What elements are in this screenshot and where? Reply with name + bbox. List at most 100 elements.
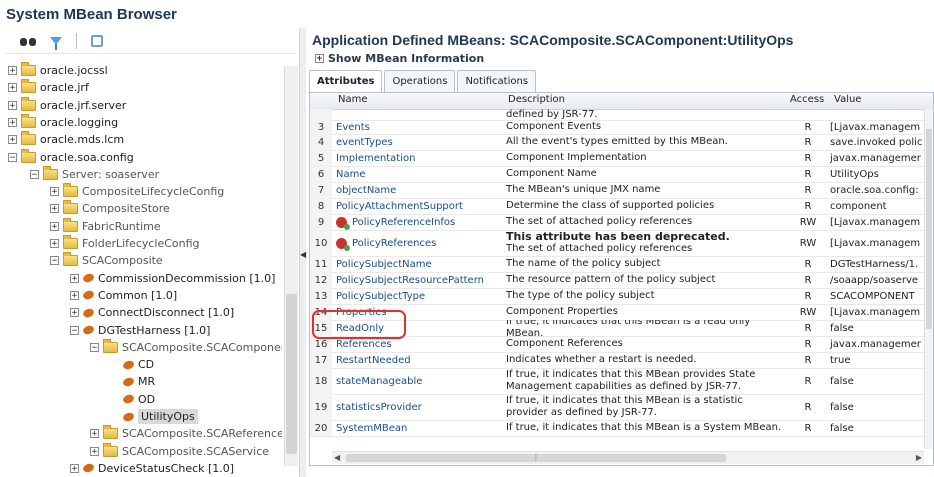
collapse-arrow-icon[interactable]: ◀ — [300, 250, 306, 259]
attribute-name[interactable]: PolicySubjectResourcePattern — [336, 275, 484, 286]
row-value[interactable]: SCACOMPONENT — [830, 288, 924, 304]
table-row[interactable]: 16 References Component References Rjavax.m… — [310, 336, 925, 353]
attribute-name[interactable]: PolicyReferenceInfos — [352, 217, 455, 228]
table-row[interactable]: 8 PolicyAttachmentSupport Determine the cl… — [310, 198, 925, 215]
tree-item[interactable]: − Server: soaserver — [30, 165, 159, 183]
tree-item[interactable]: + oracle.mds.lcm — [8, 131, 124, 148]
table-row[interactable]: 4 eventTypes All the event's types emitted… — [310, 134, 925, 151]
attribute-name[interactable]: eventTypes — [336, 137, 393, 148]
filter-icon[interactable] — [50, 36, 62, 50]
tree-item[interactable]: + oracle.jocssl — [8, 62, 108, 79]
row-value[interactable]: false — [830, 394, 924, 420]
row-value[interactable]: javax.managemer — [830, 336, 924, 352]
scroll-left-icon[interactable]: ◀ — [334, 453, 340, 462]
attribute-name[interactable]: Events — [336, 122, 370, 133]
expand-icon[interactable]: + — [70, 290, 79, 300]
table-row[interactable]: 7 objectName The MBean's unique JMX name Ro… — [310, 182, 925, 199]
attribute-name-link[interactable]: SystemMBean — [336, 420, 504, 436]
tree-item[interactable]: + CompositeLifecycleConfig — [50, 183, 224, 200]
tree-item[interactable]: MR — [110, 373, 155, 390]
collapse-icon[interactable]: − — [8, 152, 17, 162]
attribute-name[interactable]: References — [336, 339, 392, 350]
collapse-icon[interactable]: − — [30, 169, 39, 179]
table-row[interactable]: 10 PolicyReferences This attribute has bee… — [310, 230, 925, 257]
binoculars-icon[interactable] — [20, 35, 36, 47]
row-value[interactable]: false — [830, 420, 924, 436]
row-value[interactable]: component — [830, 198, 924, 214]
attribute-name-link[interactable]: PolicyAttachmentSupport — [336, 198, 504, 214]
expand-icon[interactable]: + — [8, 66, 17, 76]
tree-item[interactable]: + FolderLifecycleConfig — [50, 235, 200, 252]
refresh-icon[interactable] — [91, 34, 103, 47]
attribute-name-link[interactable]: stateManageable — [336, 368, 504, 394]
tab-attributes[interactable]: Attributes — [309, 70, 383, 93]
tree-item[interactable]: − oracle.soa.config — [8, 148, 134, 166]
table-row[interactable]: 5 Implementation Component Implementation R… — [310, 150, 925, 167]
row-value[interactable]: DGTestHarness/1. — [830, 256, 924, 272]
tree-item[interactable]: + SCAComposite.SCAService — [90, 442, 269, 460]
attribute-name[interactable]: objectName — [336, 185, 396, 196]
tree-item[interactable]: OD — [110, 391, 155, 408]
tree-scrollbar-thumb[interactable] — [286, 294, 297, 454]
tab-notifications[interactable]: Notifications — [457, 70, 537, 93]
tree-item[interactable]: − SCAComposite.SCAComponent — [90, 338, 282, 356]
row-value[interactable]: /soaapp/soaserve — [830, 272, 924, 288]
column-header-access[interactable]: Access — [790, 94, 824, 105]
row-value[interactable]: javax.managemer — [830, 150, 924, 166]
attribute-name-link[interactable]: PolicySubjectResourcePattern — [336, 272, 504, 288]
expand-icon[interactable]: + — [90, 446, 99, 456]
attribute-name[interactable]: PolicyReferences — [352, 238, 436, 249]
attribute-name[interactable]: statisticsProvider — [336, 402, 422, 413]
attribute-name[interactable]: RestartNeeded — [336, 355, 411, 366]
expand-icon[interactable]: + — [8, 100, 17, 110]
attribute-name-link[interactable]: PolicyReferences — [336, 230, 504, 256]
tree-item[interactable]: − DGTestHarness [1.0] — [70, 322, 210, 339]
expand-icon[interactable]: + — [8, 83, 17, 93]
expand-icon[interactable]: + — [50, 204, 59, 214]
tab-operations[interactable]: Operations — [384, 70, 456, 93]
tree-item[interactable]: + SCAComposite.SCAReference — [90, 425, 282, 442]
row-value[interactable]: UtilityOps — [830, 166, 924, 182]
expand-icon[interactable]: + — [8, 117, 17, 127]
table-horizontal-scrollbar[interactable]: ◀ ⋮ ▶ — [332, 451, 924, 464]
tree-item[interactable]: + CommissionDecommission [1.0] — [70, 270, 275, 287]
column-header-description[interactable]: Description — [508, 94, 565, 105]
tree-item[interactable]: − SCAComposite — [50, 252, 163, 269]
table-row[interactable]: 17 RestartNeeded Indicates whether a resta… — [310, 352, 925, 369]
attribute-name[interactable]: PolicyAttachmentSupport — [336, 201, 463, 212]
attribute-name-link[interactable]: Name — [336, 166, 504, 182]
show-mbean-info-toggle[interactable]: + Show MBean Information — [315, 52, 484, 65]
attribute-name-link[interactable]: PolicySubjectType — [336, 288, 504, 304]
tree-item[interactable]: + oracle.jrf.server — [8, 96, 126, 114]
attribute-name-link[interactable]: PolicySubjectName — [336, 256, 504, 272]
table-row[interactable]: 18 stateManageable If true, it indicates t… — [310, 368, 925, 395]
column-header-name[interactable]: Name — [338, 94, 368, 105]
row-value[interactable]: true — [830, 352, 924, 368]
tree-item[interactable]: + Common [1.0] — [70, 287, 177, 304]
attribute-name-link[interactable]: statisticsProvider — [336, 394, 504, 420]
horizontal-scrollbar-thumb[interactable]: ⋮ — [346, 454, 726, 462]
expand-icon[interactable]: + — [90, 429, 99, 439]
attribute-name-link[interactable]: PolicyReferenceInfos — [336, 214, 504, 230]
expand-icon[interactable]: + — [70, 308, 79, 318]
table-scrollbar-thumb[interactable] — [926, 129, 932, 329]
attribute-name-link[interactable]: Events — [336, 120, 504, 134]
collapse-icon[interactable]: − — [50, 256, 59, 266]
collapse-icon[interactable]: − — [90, 342, 99, 352]
attribute-name[interactable]: stateManageable — [336, 376, 422, 387]
row-value[interactable]: [Ljavax.managem — [830, 120, 924, 134]
expand-icon[interactable]: + — [70, 463, 79, 473]
attribute-name-link[interactable]: objectName — [336, 182, 504, 198]
tree-item[interactable]: + DeviceStatusCheck [1.0] — [70, 460, 234, 476]
tree-scrollbar[interactable] — [284, 66, 298, 466]
row-value[interactable]: [Ljavax.managem — [830, 304, 924, 320]
table-scrollbar[interactable] — [924, 109, 933, 449]
tree-item[interactable]: + CompositeStore — [50, 200, 170, 217]
attribute-name-link[interactable]: Implementation — [336, 150, 504, 166]
expand-icon[interactable]: + — [50, 239, 59, 249]
expand-icon[interactable]: + — [8, 135, 17, 145]
attribute-name-link[interactable]: eventTypes — [336, 134, 504, 150]
row-value[interactable]: save.invoked polic — [830, 134, 924, 150]
tree-item[interactable]: UtilityOps — [110, 408, 198, 425]
attribute-name[interactable]: SystemMBean — [336, 423, 407, 434]
